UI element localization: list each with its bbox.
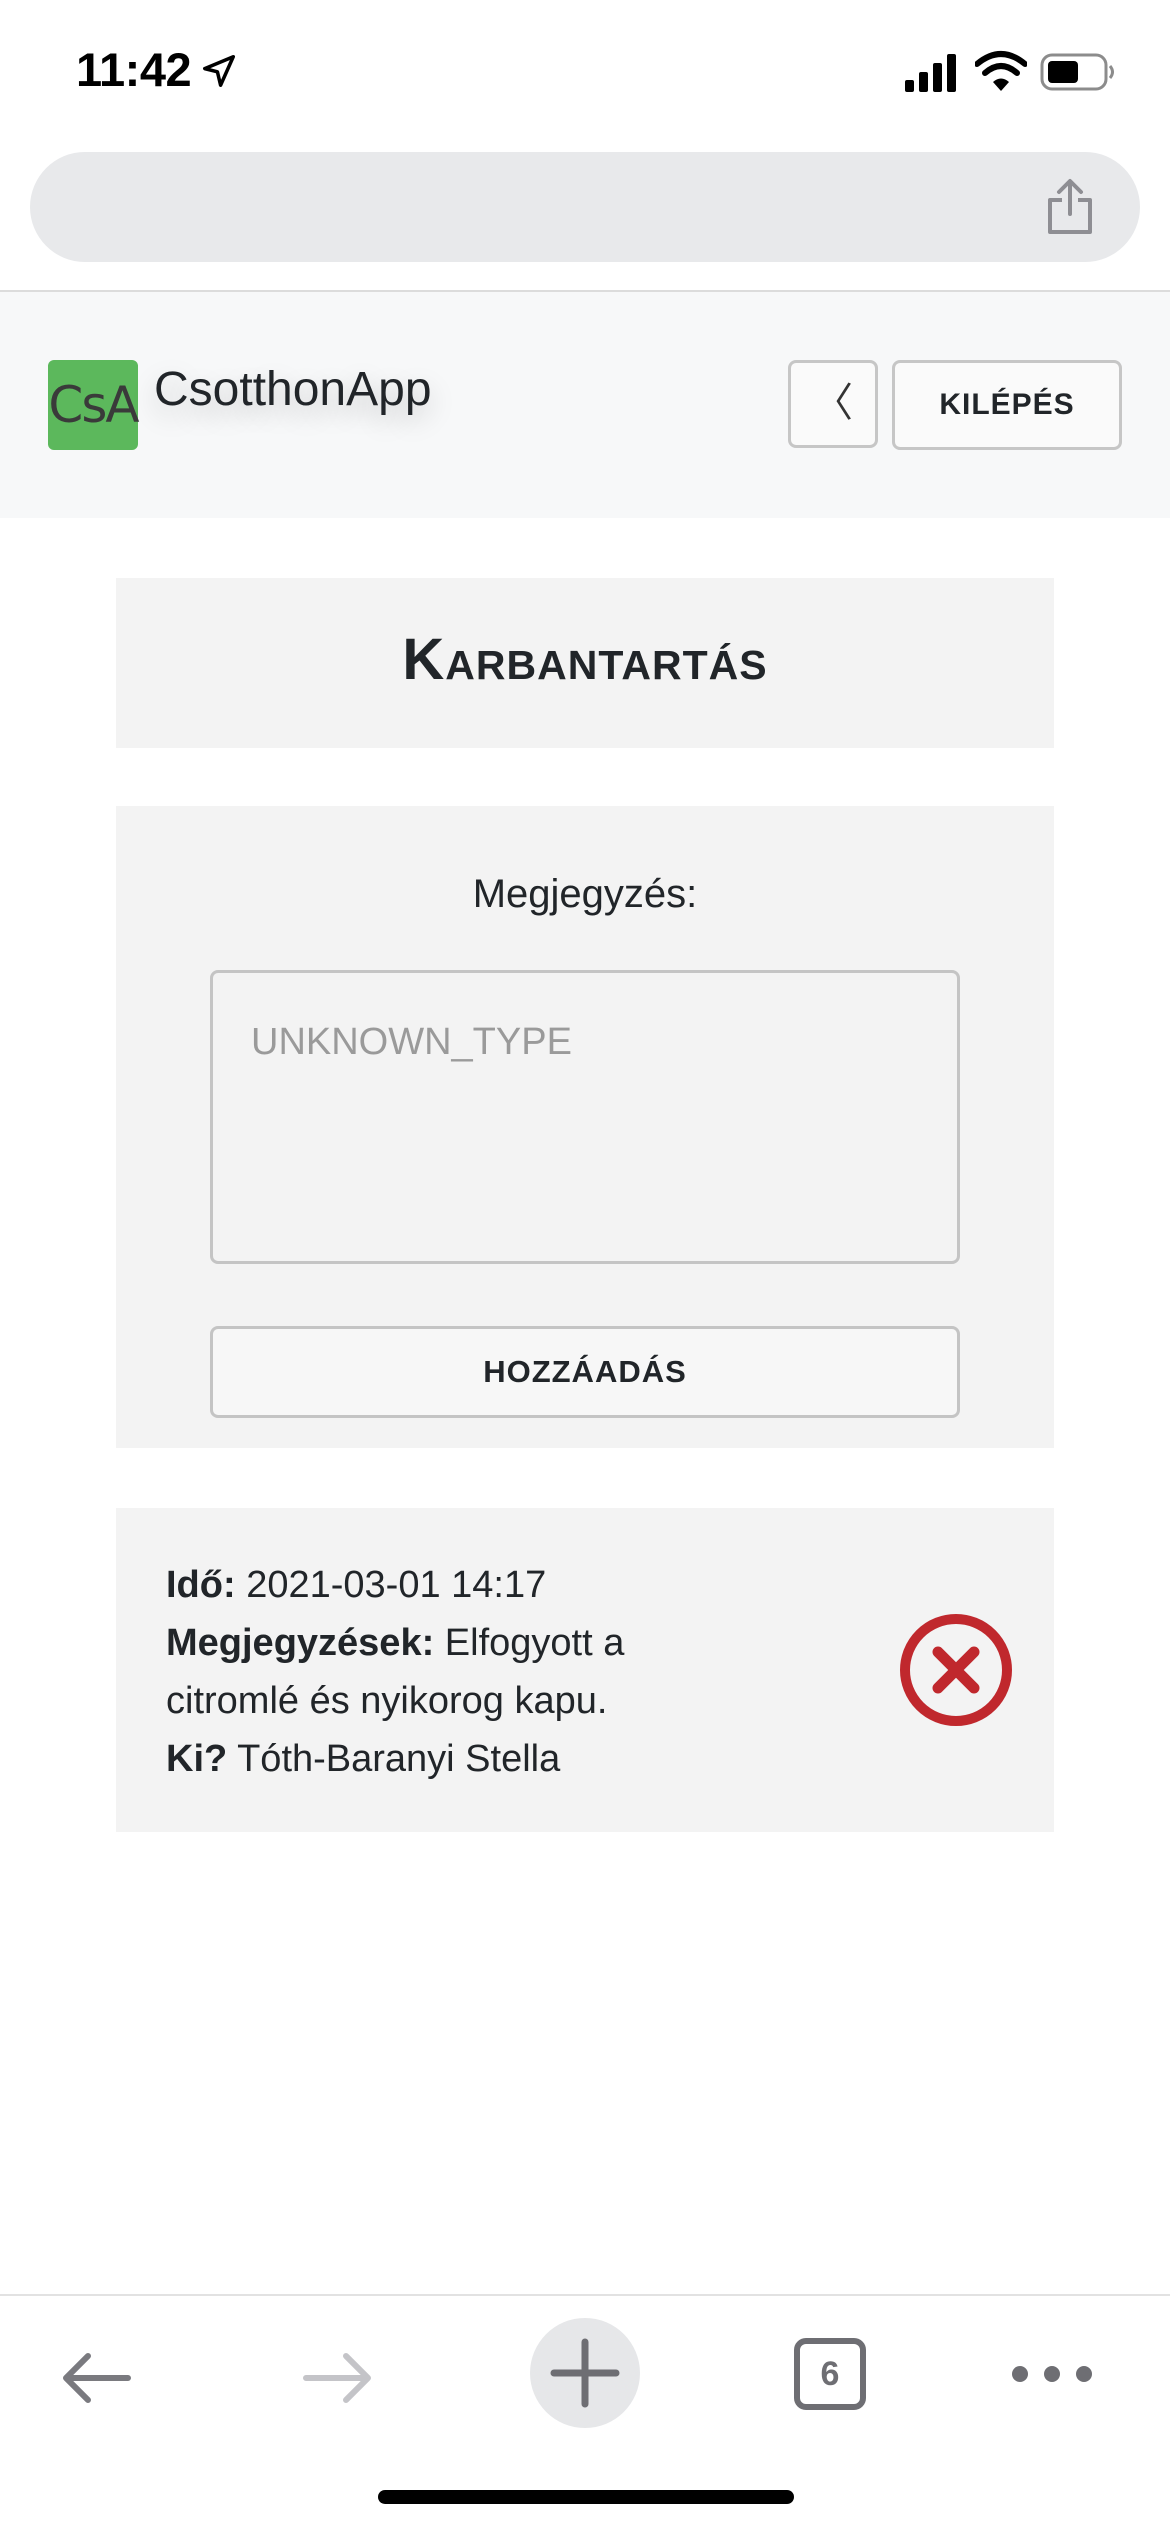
delete-circle-x-icon[interactable]	[898, 1612, 1014, 1728]
battery-icon	[1040, 53, 1114, 91]
wifi-icon	[975, 51, 1027, 91]
note-form: Megjegyzés: HOZZÁADÁS	[116, 806, 1054, 1448]
arrow-right-icon[interactable]	[298, 2338, 378, 2418]
logout-button[interactable]: KILÉPÉS	[892, 360, 1122, 450]
entry-details: Idő: 2021-03-01 14:17 Megjegyzések: Elfo…	[166, 1556, 726, 1788]
new-tab-button[interactable]	[530, 2318, 640, 2428]
page: 11:42 CsA CsotthonApp 〈 KILÉPÉS Karbanta…	[0, 0, 1170, 2532]
note-textarea[interactable]	[210, 970, 960, 1264]
location-arrow-icon	[203, 55, 235, 87]
address-bar[interactable]	[30, 152, 1140, 262]
page-title: Karbantartás	[402, 627, 768, 692]
app-navbar: CsA CsotthonApp 〈 KILÉPÉS	[0, 292, 1170, 518]
cellular-signal-icon	[905, 54, 956, 92]
back-button[interactable]: 〈	[788, 360, 878, 448]
entry-who-label: Ki?	[166, 1738, 228, 1780]
add-button[interactable]: HOZZÁADÁS	[210, 1326, 960, 1418]
share-icon[interactable]	[1044, 178, 1096, 236]
title-card: Karbantartás	[116, 578, 1054, 748]
tabs-count-button[interactable]: 6	[794, 2338, 866, 2410]
maintenance-entry: Idő: 2021-03-01 14:17 Megjegyzések: Elfo…	[116, 1508, 1054, 1832]
entry-time-label: Idő:	[166, 1564, 236, 1606]
ellipsis-icon[interactable]	[1010, 2354, 1094, 2394]
home-indicator	[378, 2490, 794, 2504]
app-logo[interactable]: CsA	[48, 360, 140, 450]
arrow-left-icon[interactable]	[56, 2338, 136, 2418]
entry-time-value: 2021-03-01 14:17	[246, 1564, 547, 1606]
status-bar: 11:42	[0, 0, 1170, 150]
note-label: Megjegyzés:	[472, 872, 698, 916]
status-time: 11:42	[76, 43, 192, 96]
entry-notes-label: Megjegyzések:	[166, 1622, 435, 1664]
brand-name[interactable]: CsotthonApp	[154, 362, 432, 417]
entry-who-value: Tóth-Baranyi Stella	[237, 1738, 561, 1780]
plus-icon	[550, 2338, 620, 2408]
